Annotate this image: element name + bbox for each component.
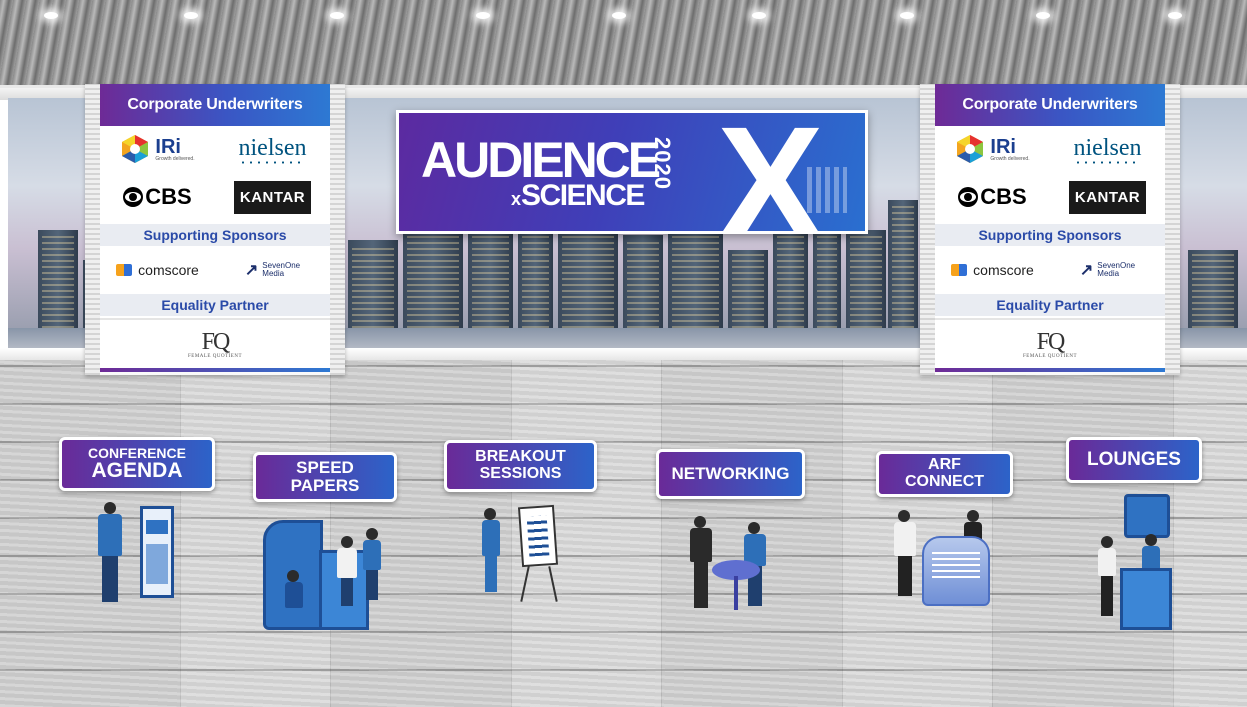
ceiling-light: [1168, 12, 1182, 19]
comscore-mark-icon: [116, 264, 133, 276]
female-quotient-logo[interactable]: FQ FEMALE QUOTIENT: [935, 318, 1165, 368]
agenda-presenter-illustration[interactable]: [90, 500, 190, 610]
equality-partner-label: Equality Partner: [100, 292, 330, 318]
networking-sign[interactable]: NETWORKING: [656, 449, 805, 499]
virtual-lobby: Corporate Underwriters IRi Growth delive…: [0, 0, 1247, 707]
banner-year: 2020: [650, 137, 675, 190]
networking-illustration[interactable]: [686, 516, 772, 616]
female-quotient-logo[interactable]: FQ FEMALE QUOTIENT: [100, 318, 330, 368]
banner-title-line1: AUDIENCE: [421, 132, 661, 188]
arf-connect-desk-illustration[interactable]: [892, 510, 992, 610]
supporting-sponsors-label: Supporting Sponsors: [100, 222, 330, 248]
sevenone-media-logo[interactable]: ↗ SevenOne Media: [1080, 260, 1135, 280]
breakout-presenter-illustration[interactable]: [474, 502, 566, 606]
reception-desk-icon: [922, 536, 990, 606]
sponsor-board-left: Corporate Underwriters IRi Growth delive…: [85, 84, 345, 375]
lounges-sign[interactable]: LOUNGES: [1066, 437, 1202, 483]
iri-hex-icon: [122, 135, 149, 164]
speed-papers-sign[interactable]: SPEED PAPERS: [253, 452, 397, 502]
ceiling-light: [44, 12, 58, 19]
arf-connect-sign[interactable]: ARF CONNECT: [876, 451, 1013, 497]
comscore-mark-icon: [951, 264, 968, 276]
cbs-logo[interactable]: CBS: [958, 184, 1027, 210]
comscore-logo[interactable]: comscore: [116, 262, 199, 278]
ceiling-light: [476, 12, 490, 19]
nielsen-logo[interactable]: nielsen: [238, 135, 307, 164]
lounge-kiosk-illustration[interactable]: [1094, 494, 1176, 634]
breakout-sessions-sign[interactable]: BREAKOUT SESSIONS: [444, 440, 597, 492]
corporate-underwriters-heading: Corporate Underwriters: [935, 84, 1165, 126]
sevenone-mark-icon: ↗: [1079, 262, 1094, 279]
ceiling: [0, 0, 1247, 88]
ceiling-light: [900, 12, 914, 19]
ceiling-light: [330, 12, 344, 19]
sevenone-media-logo[interactable]: ↗ SevenOne Media: [245, 260, 300, 280]
cbs-eye-icon: [123, 187, 144, 208]
iri-logo[interactable]: IRi Growth delivered.: [120, 134, 195, 164]
comscore-logo[interactable]: comscore: [951, 262, 1034, 278]
flipchart-icon: [517, 504, 559, 568]
ceiling-light: [752, 12, 766, 19]
supporting-sponsors-label: Supporting Sponsors: [935, 222, 1165, 248]
sevenone-mark-icon: ↗: [244, 262, 259, 279]
speed-papers-booth-illustration[interactable]: [263, 510, 388, 645]
iri-hex-icon: [957, 135, 984, 164]
bar-chart-graphic: [807, 167, 847, 213]
equality-partner-label: Equality Partner: [935, 292, 1165, 318]
conference-agenda-sign[interactable]: CONFERENCE AGENDA: [59, 437, 215, 491]
cbs-logo[interactable]: CBS: [123, 184, 192, 210]
kantar-logo[interactable]: KANTAR: [1068, 180, 1147, 214]
ceiling-light: [1036, 12, 1050, 19]
corporate-underwriters-heading: Corporate Underwriters: [100, 84, 330, 126]
iri-logo[interactable]: IRi Growth delivered.: [955, 134, 1030, 164]
cbs-eye-icon: [958, 187, 979, 208]
audience-x-science-banner: X AUDIENCE xSCIENCE 2020: [396, 110, 868, 234]
sponsor-board-right: Corporate Underwriters IRi Growth delive…: [920, 84, 1180, 375]
kantar-logo[interactable]: KANTAR: [233, 180, 312, 214]
banner-title-line2: xSCIENCE: [511, 179, 645, 212]
ceiling-light: [612, 12, 626, 19]
ceiling-light: [184, 12, 198, 19]
nielsen-logo[interactable]: nielsen: [1073, 135, 1142, 164]
